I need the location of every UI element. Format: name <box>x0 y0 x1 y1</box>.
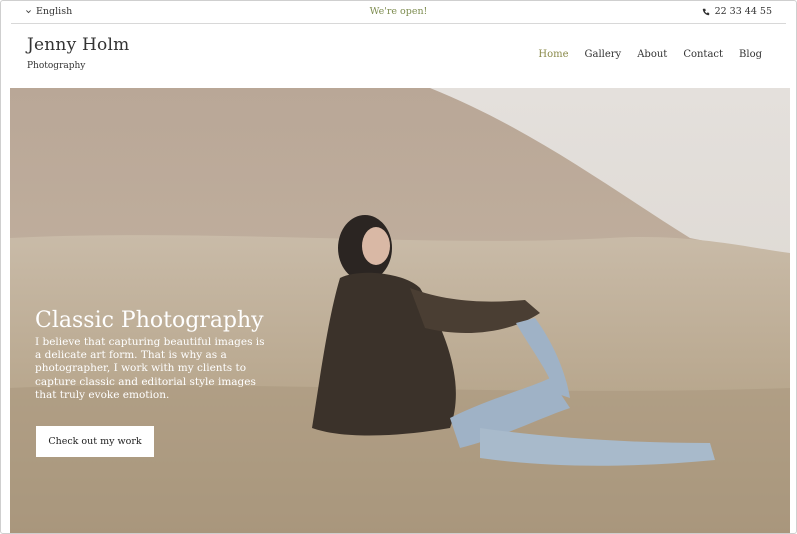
phone-contact[interactable]: 22 33 44 55 <box>702 6 772 17</box>
check-out-work-button[interactable]: Check out my work <box>36 426 154 457</box>
open-status: We're open! <box>369 6 428 17</box>
phone-icon <box>702 8 709 15</box>
brand-tagline: Photography <box>27 61 86 71</box>
nav-item-blog[interactable]: Blog <box>739 49 762 60</box>
hero-banner: Classic Photography I believe that captu… <box>10 88 790 533</box>
nav-item-contact[interactable]: Contact <box>683 49 723 60</box>
hero-title: Classic Photography <box>35 308 264 333</box>
page: English We're open! 22 33 44 55 Jenny Ho… <box>0 0 797 534</box>
main-nav: Home Gallery About Contact Blog <box>538 49 762 60</box>
hero-description: I believe that capturing beautiful image… <box>35 336 265 401</box>
nav-item-home[interactable]: Home <box>538 49 568 60</box>
brand-name[interactable]: Jenny Holm <box>27 35 129 55</box>
nav-item-gallery[interactable]: Gallery <box>585 49 622 60</box>
phone-number: 22 33 44 55 <box>714 6 772 17</box>
nav-item-about[interactable]: About <box>637 49 667 60</box>
top-bar: English We're open! 22 33 44 55 <box>11 1 786 24</box>
